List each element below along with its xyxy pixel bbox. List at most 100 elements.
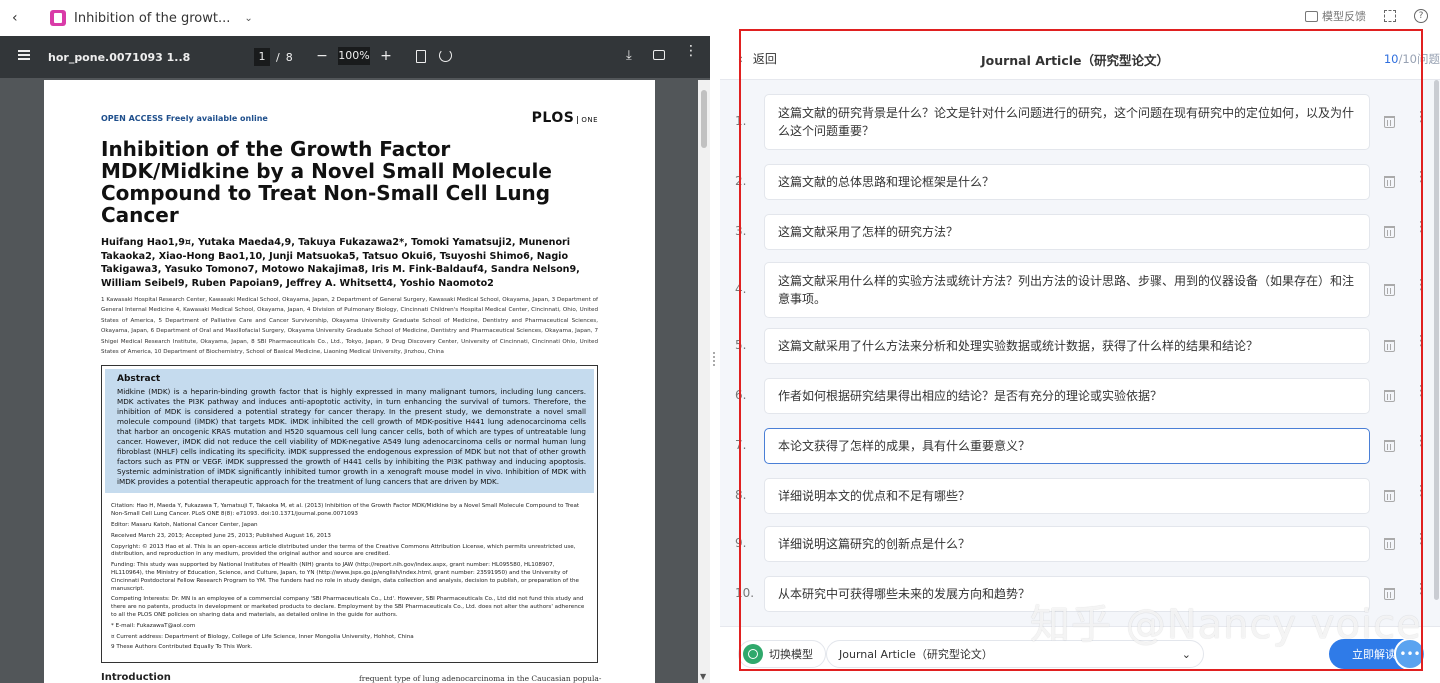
question-input[interactable]: 详细说明这篇研究的创新点是什么？ [764,526,1370,562]
question-input[interactable]: 这篇文献采用了什么方法来分析和处理实验数据或统计数据，获得了什么样的结果和结论？ [764,328,1370,364]
question-row: 5. 这篇文献采用了什么方法来分析和处理实验数据或统计数据，获得了什么样的结果和结… [720,328,1440,364]
browser-tab[interactable]: Inhibition of the growt... ⌄ [40,6,253,30]
fullscreen-icon[interactable] [1384,10,1396,22]
question-row: 8. 详细说明本文的优点和不足有哪些？ ⋮ [720,478,1440,514]
question-input[interactable]: 详细说明本文的优点和不足有哪些？ [764,478,1370,514]
rotate-icon[interactable] [439,49,452,62]
journal-logo-suffix: ONE [577,116,598,124]
abstract-heading: Abstract [117,374,161,385]
switch-model-button[interactable]: 切换模型 [738,640,826,668]
intro-fragment: frequent type of lung adenocarcinoma in … [359,674,602,683]
question-row: 4. 这篇文献采用什么样的实验方法或统计方法？列出方法的设计思路、步骤、用到的仪器… [720,262,1440,318]
article-authors: Huifang Hao1,9¤, Yutaka Maeda4,9, Takuya… [101,237,580,289]
question-input[interactable]: 作者如何根据研究结果得出相应的结论？是否有充分的理论或实验依据？ [764,378,1370,414]
question-input[interactable]: 这篇文献采用了怎样的研究方法？ [764,214,1370,250]
more-vertical-icon[interactable]: ⋮ [1414,110,1428,124]
question-input[interactable]: 这篇文献的研究背景是什么？论文是针对什么问题进行的研究，这个问题在现有研究中的定… [764,94,1370,150]
question-input[interactable]: 本论文获得了怎样的成果，具有什么重要意义？ [764,428,1370,464]
abstract-box: Abstract Midkine (MDK) is a heparin-bind… [101,365,598,664]
browser-tab-bar: ‹ Inhibition of the growt... ⌄ 模型反馈 ? [0,0,1440,36]
current-address: ¤ Current address: Department of Biology… [111,633,414,640]
feedback-button[interactable]: 模型反馈 [1305,8,1366,24]
trash-icon[interactable] [1384,538,1395,550]
more-vertical-icon[interactable]: ⋮ [1414,384,1428,398]
article-affiliations: 1 Kawasaki Hospital Research Center, Kaw… [101,297,598,356]
pdf-toolbar: hor_pone.0071093 1..8 1 / 8 − 100% + ⤓ ⋮ [0,36,710,78]
more-vertical-icon[interactable]: ⋮ [1414,434,1428,448]
question-row: 1. 这篇文献的研究背景是什么？论文是针对什么问题进行的研究，这个问题在现有研究中… [720,94,1440,150]
trash-icon[interactable] [1384,284,1395,296]
trash-icon[interactable] [1384,176,1395,188]
competing-interests: Competing Interests: Dr. MN is an employ… [111,596,585,618]
question-number: 1. [735,114,747,128]
more-vertical-icon[interactable]: ⋮ [684,44,698,58]
funding: Funding: This study was supported by Nat… [111,562,579,592]
more-vertical-icon[interactable]: ⋮ [1414,278,1428,292]
question-panel: ‹ 返回 Journal Article（研究型论文） 10/10问题 1. 这篇文… [720,36,1440,683]
pdf-scrollbar[interactable]: ▼ [698,80,710,683]
pdf-filename: hor_pone.0071093 1..8 [48,51,191,64]
trash-icon[interactable] [1384,490,1395,502]
chevron-down-icon[interactable]: ⌄ [244,13,252,24]
trash-icon[interactable] [1384,226,1395,238]
article-meta: Citation: Hao H, Maeda Y, Fukazawa T, Ya… [105,493,594,659]
question-number: 7. [735,438,747,452]
trash-icon[interactable] [1384,116,1395,128]
zoom-input[interactable]: 100% [338,47,370,65]
abstract-text: Midkine (MDK) is a heparin-binding growt… [117,387,586,487]
editor: Editor: Masaru Katoh, National Cancer Ce… [111,522,258,529]
download-icon[interactable]: ⤓ [626,48,632,63]
tab-title: Inhibition of the growt... [74,10,231,26]
question-scrollbar[interactable] [1434,80,1440,625]
question-number: 5. [735,338,747,352]
scroll-down-icon[interactable]: ▼ [700,672,706,681]
question-input[interactable]: 这篇文献采用什么样的实验方法或统计方法？列出方法的设计思路、步骤、用到的仪器设备… [764,262,1370,318]
more-vertical-icon[interactable]: ⋮ [1414,334,1428,348]
panel-header: ‹ 返回 Journal Article（研究型论文） 10/10问题 [720,36,1440,80]
open-access-label: OPEN ACCESS Freely available online [101,113,268,123]
question-scroll-thumb[interactable] [1434,80,1439,600]
equal-contribution: 9 These Authors Contributed Equally To T… [111,644,253,651]
copyright: Copyright: © 2013 Hao et al. This is an … [111,543,576,558]
zoom-controls: − 100% + [316,47,392,65]
pdf-viewer: hor_pone.0071093 1..8 1 / 8 − 100% + ⤓ ⋮… [0,36,710,683]
question-input[interactable]: 这篇文献的总体思路和理论框架是什么？ [764,164,1370,200]
pdf-scroll-thumb[interactable] [701,90,707,148]
panel-splitter[interactable] [710,36,720,683]
more-vertical-icon[interactable]: ⋮ [1414,532,1428,546]
help-icon[interactable]: ? [1414,9,1428,23]
question-list: 1. 这篇文献的研究背景是什么？论文是针对什么问题进行的研究，这个问题在现有研究中… [720,80,1440,625]
menu-icon[interactable] [18,50,30,60]
total-pages: 8 [285,50,293,64]
intro-heading: Introduction [101,672,171,683]
question-row: 2. 这篇文献的总体思路和理论框架是什么？ ⋮ [720,164,1440,200]
email: * E-mail: FukazawaT@aol.com [111,622,196,629]
question-row: 3. 这篇文献采用了怎样的研究方法？ ⋮ [720,214,1440,250]
journal-logo: PLOS ONE [532,110,598,126]
print-icon[interactable] [653,50,665,60]
trash-icon[interactable] [1384,390,1395,402]
zoom-in-icon[interactable]: + [380,48,392,64]
question-number: 3. [735,224,747,238]
question-count-total: /10问题 [1398,52,1440,66]
question-row: 6. 作者如何根据研究结果得出相应的结论？是否有充分的理论或实验依据？ ⋮ [720,378,1440,414]
drag-handle-icon[interactable] [713,352,717,366]
fit-page-icon[interactable] [416,50,426,63]
question-row: 9. 详细说明这篇研究的创新点是什么？ ⋮ [720,526,1440,562]
more-vertical-icon[interactable]: ⋮ [1414,220,1428,234]
back-arrow-icon[interactable]: ‹ [12,10,28,26]
switch-model-label: 切换模型 [769,648,813,661]
page-separator: / [276,50,280,64]
zoom-out-icon[interactable]: − [316,48,328,64]
page-number-input[interactable]: 1 [254,48,270,66]
question-number: 2. [735,174,747,188]
more-vertical-icon[interactable]: ⋮ [1414,170,1428,184]
trash-icon[interactable] [1384,340,1395,352]
model-icon [743,644,763,664]
feedback-label: 模型反馈 [1322,10,1366,23]
trash-icon[interactable] [1384,440,1395,452]
more-vertical-icon[interactable]: ⋮ [1414,484,1428,498]
question-number: 9. [735,536,747,550]
panel-title: Journal Article（研究型论文） [980,53,1170,68]
page-indicator: 1 / 8 [254,48,293,66]
